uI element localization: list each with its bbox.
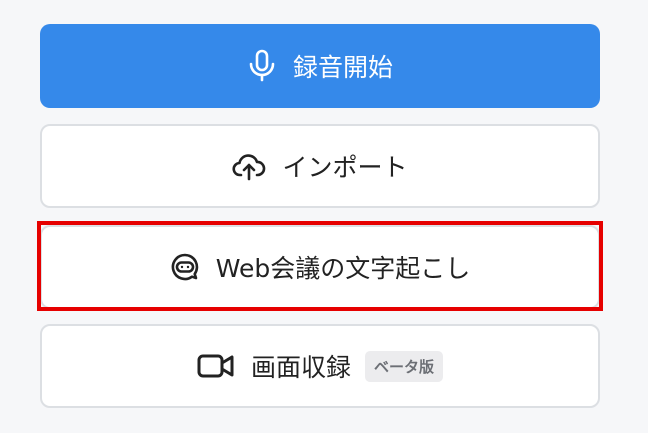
web-meeting-transcription-label: Web会議の文字起こし [215,254,471,283]
cloud-upload-icon [232,151,266,181]
screen-record-label: 画面収録 [250,353,351,382]
import-button[interactable]: インポート [40,124,600,208]
import-label: インポート [282,153,408,182]
microphone-icon [247,49,277,83]
record-start-button[interactable]: 録音開始 [40,24,600,108]
screen-record-button[interactable]: 画面収録 ベータ版 [40,324,600,408]
video-camera-icon [197,353,235,379]
bot-icon [170,252,200,282]
beta-badge: ベータ版 [365,350,444,382]
record-start-label: 録音開始 [292,53,393,82]
web-meeting-transcription-button[interactable]: Web会議の文字起こし [40,225,600,309]
